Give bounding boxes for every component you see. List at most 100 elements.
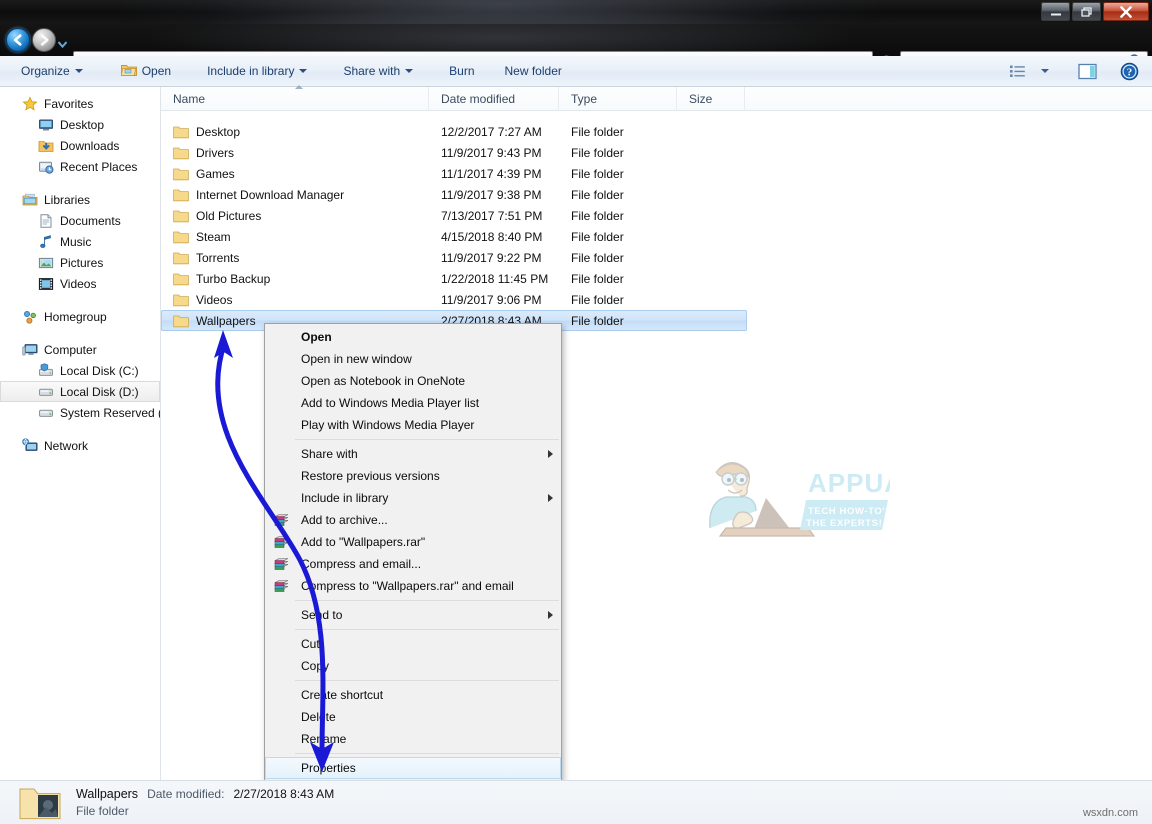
status-file-type: File folder <box>76 804 129 818</box>
address-bar-row: ▶ Computer ▶ Local Disk (D:) ▶ <box>0 8 1152 73</box>
toolbar-burn[interactable]: Burn <box>440 59 483 84</box>
context-menu-item-rename[interactable]: Rename <box>265 728 561 750</box>
nav-label: Homegroup <box>44 309 107 324</box>
column-header-size[interactable]: Size <box>677 86 745 111</box>
table-row[interactable]: Steam 4/15/2018 8:40 PM File folder <box>161 226 1152 247</box>
winrar-icon <box>273 512 290 528</box>
context-menu-item-open-in-new-window[interactable]: Open in new window <box>265 348 561 370</box>
column-header-name[interactable]: Name <box>161 84 429 111</box>
nav-label: Music <box>60 234 92 249</box>
file-name: Drivers <box>196 145 234 160</box>
back-button[interactable] <box>6 28 30 52</box>
close-button[interactable] <box>1103 2 1149 21</box>
column-label: Type <box>571 91 598 106</box>
chevron-down-icon <box>299 69 308 73</box>
file-type: File folder <box>571 187 624 202</box>
toolbar-new-folder[interactable]: New folder <box>496 59 571 84</box>
context-menu-item-add-to-windows-media-player-list[interactable]: Add to Windows Media Player list <box>265 392 561 414</box>
nav-header-libraries[interactable]: Libraries <box>0 189 160 210</box>
computer-icon <box>22 342 38 358</box>
context-menu-item-add-to-wallpapers-rar[interactable]: Add to "Wallpapers.rar" <box>265 531 561 553</box>
nav-header-network[interactable]: Network <box>0 435 160 456</box>
context-menu-item-add-to-archive[interactable]: Add to archive... <box>265 509 561 531</box>
toolbar-open[interactable]: Open <box>112 59 180 84</box>
context-menu-item-restore-previous-versions[interactable]: Restore previous versions <box>265 465 561 487</box>
table-row[interactable]: Games 11/1/2017 4:39 PM File folder <box>161 163 1152 184</box>
nav-header-homegroup[interactable]: Homegroup <box>0 306 160 327</box>
file-date: 7/13/2017 7:51 PM <box>441 208 543 223</box>
context-menu-item-delete[interactable]: Delete <box>265 706 561 728</box>
toolbar-organize[interactable]: Organize <box>12 59 92 84</box>
context-menu-item-share-with[interactable]: Share with <box>265 443 561 465</box>
table-row[interactable]: Drivers 11/9/2017 9:43 PM File folder <box>161 142 1152 163</box>
folder-icon <box>173 146 189 160</box>
context-menu-label: Add to "Wallpapers.rar" <box>301 535 426 549</box>
folder-icon <box>173 272 189 286</box>
context-menu: Open Open in new window Open as Notebook… <box>264 323 562 782</box>
column-header-date-modified[interactable]: Date modified <box>429 86 559 111</box>
minimize-button[interactable] <box>1041 2 1070 21</box>
context-menu-item-compress-to-wallpapers-rar-and-email[interactable]: Compress to "Wallpapers.rar" and email <box>265 575 561 597</box>
forward-button[interactable] <box>32 28 56 52</box>
nav-label: Computer <box>44 342 97 357</box>
context-menu-item-open[interactable]: Open <box>265 326 561 348</box>
view-list-icon[interactable] <box>1004 59 1030 83</box>
context-menu-item-play-with-windows-media-player[interactable]: Play with Windows Media Player <box>265 414 561 436</box>
context-menu-label: Delete <box>301 710 336 724</box>
table-row[interactable]: Old Pictures 7/13/2017 7:51 PM File fold… <box>161 205 1152 226</box>
status-file-name: Wallpapers <box>76 787 139 801</box>
sidebar-item-documents[interactable]: Documents <box>0 210 160 231</box>
column-label: Name <box>173 91 206 106</box>
sidebar-item-recent-places[interactable]: Recent Places <box>0 156 160 177</box>
sidebar-item-downloads[interactable]: Downloads <box>0 135 160 156</box>
restore-button[interactable] <box>1072 2 1101 21</box>
nav-header-computer[interactable]: Computer <box>0 339 160 360</box>
sort-ascending-icon <box>294 84 303 89</box>
watermark-brand: APPUALS <box>808 468 890 498</box>
table-row[interactable]: Videos 11/9/2017 9:06 PM File folder <box>161 289 1152 310</box>
context-menu-label: Open in new window <box>301 352 412 366</box>
context-menu-label: Include in library <box>301 491 389 505</box>
sidebar-item-pictures[interactable]: Pictures <box>0 252 160 273</box>
sidebar-item-music[interactable]: Music <box>0 231 160 252</box>
toolbar-include-in-library[interactable]: Include in library <box>198 59 316 84</box>
toolbar-share-with[interactable]: Share with <box>334 59 422 84</box>
sidebar-item-local-disk-c[interactable]: Local Disk (C:) <box>0 360 160 381</box>
column-label: Date modified <box>441 91 516 106</box>
context-menu-label: Add to archive... <box>301 513 388 527</box>
desktop-icon <box>38 117 54 133</box>
view-chevron-down-icon[interactable] <box>1032 59 1058 83</box>
folder-icon <box>173 125 189 139</box>
context-menu-label: Share with <box>301 447 358 461</box>
context-menu-item-open-as-notebook-in-onenote[interactable]: Open as Notebook in OneNote <box>265 370 561 392</box>
folder-icon <box>173 209 189 223</box>
table-row[interactable]: Desktop 12/2/2017 7:27 AM File folder <box>161 121 1152 142</box>
context-menu-item-create-shortcut[interactable]: Create shortcut <box>265 684 561 706</box>
table-row[interactable]: Turbo Backup 1/22/2018 11:45 PM File fol… <box>161 268 1152 289</box>
nav-header-favorites[interactable]: Favorites <box>0 93 160 114</box>
column-header-type[interactable]: Type <box>559 86 677 111</box>
file-name: Wallpapers <box>196 313 256 328</box>
sidebar-item-system-reserved-f[interactable]: System Reserved (F:) <box>0 402 160 423</box>
file-name: Videos <box>196 292 233 307</box>
sidebar-item-desktop[interactable]: Desktop <box>0 114 160 135</box>
context-menu-label: Copy <box>301 659 330 673</box>
sidebar-item-videos[interactable]: Videos <box>0 273 160 294</box>
context-menu-item-properties[interactable]: Properties <box>265 757 561 779</box>
sidebar-item-local-disk-d[interactable]: Local Disk (D:) <box>0 381 160 402</box>
file-type: File folder <box>571 250 624 265</box>
svg-text:?: ? <box>1126 66 1132 78</box>
context-menu-label: Compress to "Wallpapers.rar" and email <box>301 579 514 593</box>
help-icon[interactable]: ? <box>1116 59 1142 83</box>
context-menu-item-cut[interactable]: Cut <box>265 633 561 655</box>
context-menu-item-compress-and-email[interactable]: Compress and email... <box>265 553 561 575</box>
recent-pages-dropdown[interactable] <box>57 37 68 51</box>
chevron-down-icon <box>405 69 414 73</box>
context-menu-item-copy[interactable]: Copy <box>265 655 561 677</box>
context-menu-item-send-to[interactable]: Send to <box>265 604 561 626</box>
table-row[interactable]: Internet Download Manager 11/9/2017 9:38… <box>161 184 1152 205</box>
table-row[interactable]: Torrents 11/9/2017 9:22 PM File folder <box>161 247 1152 268</box>
preview-pane-icon[interactable] <box>1074 59 1100 83</box>
context-menu-item-include-in-library[interactable]: Include in library <box>265 487 561 509</box>
